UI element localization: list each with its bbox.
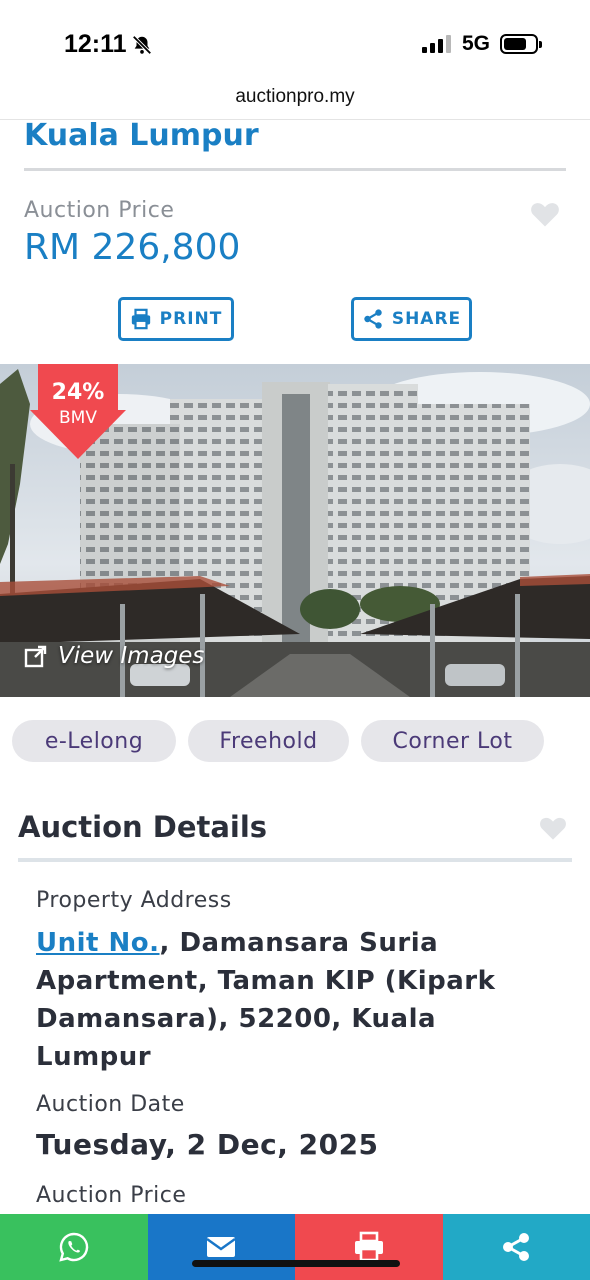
whatsapp-icon <box>59 1232 88 1262</box>
network-type: 5G <box>462 32 491 55</box>
location-title: Kuala Lumpur <box>24 118 259 153</box>
status-bar: 12:11 5G <box>0 0 590 88</box>
section-divider <box>18 858 572 862</box>
tag-corner-lot: Corner Lot <box>361 720 544 762</box>
printer-icon <box>354 1231 383 1262</box>
unit-no-link[interactable]: Unit No. <box>36 928 160 958</box>
share-icon <box>364 309 382 329</box>
share-icon <box>503 1233 530 1261</box>
url-bar[interactable]: auctionpro.my <box>0 86 590 120</box>
printer-icon <box>131 308 150 330</box>
view-images-link[interactable]: View Images <box>24 643 204 669</box>
home-indicator <box>192 1260 400 1267</box>
auction-date-value: Tuesday, 2 Dec, 2025 <box>36 1128 379 1161</box>
url-text: auctionpro.my <box>235 86 355 107</box>
divider <box>24 168 566 171</box>
signal-icon <box>422 35 451 53</box>
tag-freehold: Freehold <box>188 720 349 762</box>
auction-details-title: Auction Details <box>18 810 268 844</box>
expand-icon <box>24 645 47 668</box>
auction-price-label: Auction Price <box>36 1183 187 1208</box>
bell-off-icon <box>132 34 152 55</box>
share-bottom-button[interactable] <box>442 1214 590 1280</box>
bottom-action-bar <box>0 1214 590 1280</box>
property-photo[interactable]: 24% BMV View Images <box>0 364 590 697</box>
share-label: SHARE <box>391 309 462 329</box>
bmv-percent: 24% <box>51 380 105 405</box>
tag-e-lelong: e-Lelong <box>12 720 176 762</box>
bmv-label: BMV <box>59 408 97 428</box>
whatsapp-button[interactable] <box>0 1214 148 1280</box>
view-images-label: View Images <box>58 643 205 669</box>
print-button[interactable]: PRINT <box>118 297 234 341</box>
status-time-text: 12:11 <box>64 30 127 58</box>
auction-date-label: Auction Date <box>36 1092 185 1117</box>
price-label: Auction Price <box>24 198 175 223</box>
print-share-button[interactable] <box>295 1214 443 1280</box>
battery-icon <box>500 34 542 54</box>
share-button[interactable]: SHARE <box>351 297 472 341</box>
print-label: PRINT <box>159 309 223 329</box>
favorite-heart-icon[interactable] <box>539 815 567 841</box>
favorite-heart-icon[interactable] <box>530 200 560 228</box>
email-button[interactable] <box>147 1214 295 1280</box>
status-time: 12:11 <box>64 30 153 59</box>
mail-icon <box>206 1237 236 1257</box>
property-address: Unit No., Damansara Suria Apartment, Tam… <box>36 924 556 1076</box>
price-value: RM 226,800 <box>24 227 241 268</box>
property-address-label: Property Address <box>36 888 232 913</box>
